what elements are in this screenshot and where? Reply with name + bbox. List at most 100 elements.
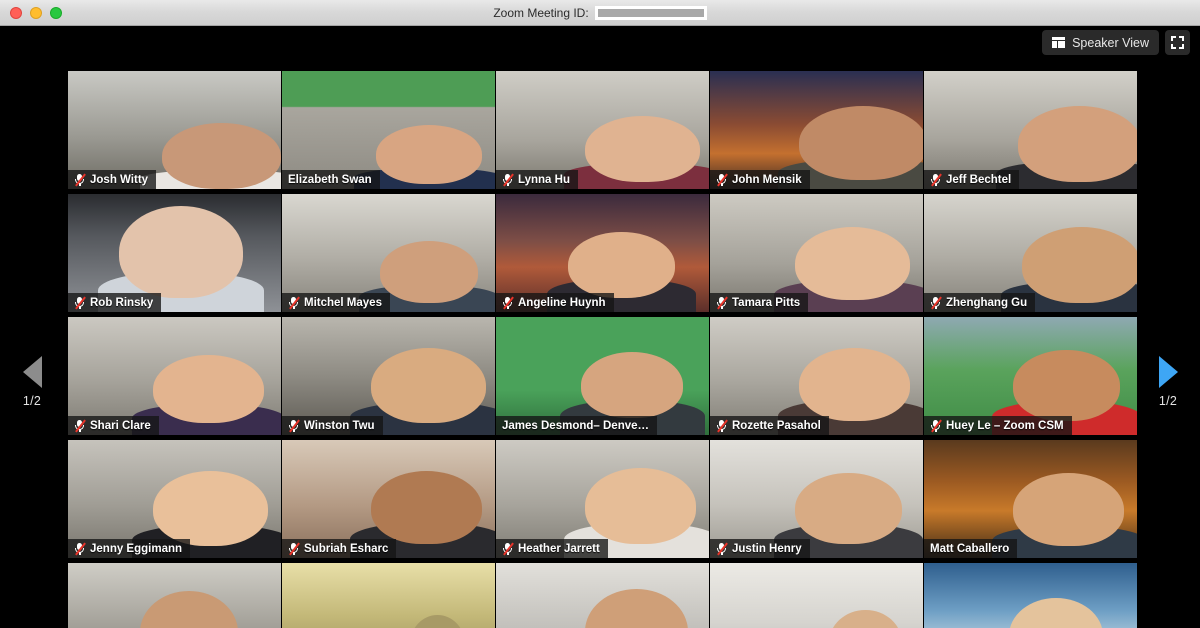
- microphone-muted-icon: [288, 541, 300, 556]
- feed-person-head: [1017, 106, 1137, 182]
- participant-name-label: Heather Jarrett: [518, 542, 600, 555]
- participant-tile[interactable]: Justin Henry: [710, 440, 923, 558]
- microphone-muted-icon: [930, 295, 942, 310]
- participant-nameplate: John Mensik: [710, 170, 810, 189]
- participant-tile[interactable]: [710, 563, 923, 628]
- next-page-control[interactable]: 1/2: [1138, 356, 1198, 408]
- participant-name-label: Rob Rinsky: [90, 296, 154, 309]
- meeting-stage: Speaker View 1/2 1/2 Josh Witty Elizabeth…: [0, 26, 1200, 628]
- participant-name-label: Matt Caballero: [930, 542, 1010, 555]
- meeting-id-label: Zoom Meeting ID:: [493, 5, 589, 20]
- participant-nameplate: Heather Jarrett: [496, 539, 608, 558]
- participant-tile[interactable]: Josh Witty: [68, 71, 281, 189]
- participant-tile[interactable]: Rob Rinsky: [68, 194, 281, 312]
- zoom-window: Zoom Meeting ID: Speaker View 1/2 1/2 Jo…: [0, 0, 1200, 628]
- participant-tile[interactable]: Jenny Eggimann: [68, 440, 281, 558]
- participant-nameplate: Subriah Esharc: [282, 539, 397, 558]
- participant-tile[interactable]: Huey Le – Zoom CSM: [924, 317, 1137, 435]
- close-window-button[interactable]: [10, 6, 22, 19]
- participant-tile[interactable]: Subriah Esharc: [282, 440, 495, 558]
- participant-name-label: Justin Henry: [732, 542, 802, 555]
- maximize-window-button[interactable]: [50, 6, 62, 19]
- feed-person-head: [379, 241, 478, 303]
- microphone-muted-icon: [930, 418, 942, 433]
- participant-nameplate: Jeff Bechtel: [924, 170, 1020, 189]
- participant-tile[interactable]: Angeline Huynh: [496, 194, 709, 312]
- microphone-muted-icon: [502, 295, 514, 310]
- participant-tile[interactable]: Tamara Pitts: [710, 194, 923, 312]
- grid-view-icon: [1052, 37, 1066, 48]
- participant-nameplate: James Desmond– Denve…: [496, 416, 658, 435]
- minimize-window-button[interactable]: [30, 6, 42, 19]
- participant-nameplate: Lynna Hu: [496, 170, 578, 189]
- feed-person-head: [1013, 350, 1120, 421]
- participant-tile[interactable]: [924, 563, 1137, 628]
- participant-tile[interactable]: Heather Jarrett: [496, 440, 709, 558]
- page-indicator-right: 1/2: [1158, 394, 1178, 408]
- participant-tile[interactable]: [68, 563, 281, 628]
- participant-name-label: Elizabeth Swan: [288, 173, 372, 186]
- participant-tile[interactable]: [282, 563, 495, 628]
- participant-name-label: Zhenghang Gu: [946, 296, 1028, 309]
- participant-nameplate: Angeline Huynh: [496, 293, 614, 312]
- participant-nameplate: Winston Twu: [282, 416, 383, 435]
- participant-name-label: Jeff Bechtel: [946, 173, 1012, 186]
- speaker-view-label: Speaker View: [1072, 35, 1149, 50]
- feed-background: [282, 563, 495, 628]
- meeting-id-redacted-value: [594, 5, 707, 20]
- participant-tile[interactable]: John Mensik: [710, 71, 923, 189]
- participant-tile[interactable]: [496, 563, 709, 628]
- participant-nameplate: Rob Rinsky: [68, 293, 162, 312]
- microphone-muted-icon: [716, 418, 728, 433]
- expand-icon: [1171, 36, 1184, 49]
- microphone-muted-icon: [74, 172, 86, 187]
- video-feed: [496, 563, 709, 628]
- participant-nameplate: Justin Henry: [710, 539, 810, 558]
- participant-name-label: Lynna Hu: [518, 173, 570, 186]
- participant-tile[interactable]: Rozette Pasahol: [710, 317, 923, 435]
- video-feed: [282, 563, 495, 628]
- participant-tile[interactable]: Shari Clare: [68, 317, 281, 435]
- participant-name-label: Winston Twu: [304, 419, 375, 432]
- participant-nameplate: Mitchel Mayes: [282, 293, 390, 312]
- feed-person-head: [1013, 473, 1125, 547]
- participant-tile[interactable]: Mitchel Mayes: [282, 194, 495, 312]
- speaker-view-button[interactable]: Speaker View: [1042, 30, 1159, 55]
- participant-nameplate: Josh Witty: [68, 170, 157, 189]
- participant-nameplate: Zhenghang Gu: [924, 293, 1036, 312]
- microphone-muted-icon: [288, 295, 300, 310]
- microphone-muted-icon: [288, 418, 300, 433]
- participant-nameplate: Jenny Eggimann: [68, 539, 191, 558]
- feed-person-head: [795, 473, 902, 544]
- participant-tile[interactable]: Jeff Bechtel: [924, 71, 1137, 189]
- participant-nameplate: Tamara Pitts: [710, 293, 809, 312]
- participant-tile[interactable]: Elizabeth Swan: [282, 71, 495, 189]
- feed-person-head: [153, 354, 264, 424]
- window-traffic-lights: [0, 6, 62, 19]
- feed-person-head: [799, 106, 923, 180]
- participant-name-label: Mitchel Mayes: [304, 296, 382, 309]
- feed-person-head: [371, 347, 487, 424]
- feed-background: [710, 563, 923, 628]
- participant-name-label: Tamara Pitts: [732, 296, 801, 309]
- participant-gallery-grid: Josh Witty Elizabeth Swan Lynna Hu John Men…: [68, 71, 1137, 628]
- microphone-muted-icon: [74, 295, 86, 310]
- participant-tile[interactable]: James Desmond– Denve…: [496, 317, 709, 435]
- microphone-muted-icon: [74, 541, 86, 556]
- participant-tile[interactable]: Lynna Hu: [496, 71, 709, 189]
- titlebar: Zoom Meeting ID:: [0, 0, 1200, 26]
- participant-nameplate: Shari Clare: [68, 416, 159, 435]
- feed-person-head: [585, 468, 697, 544]
- fullscreen-button[interactable]: [1165, 30, 1190, 55]
- participant-nameplate: Matt Caballero: [924, 539, 1018, 558]
- participant-tile[interactable]: Winston Twu: [282, 317, 495, 435]
- titlebar-center: Zoom Meeting ID:: [0, 0, 1200, 25]
- previous-page-control[interactable]: 1/2: [2, 356, 62, 408]
- participant-nameplate: Huey Le – Zoom CSM: [924, 416, 1072, 435]
- participant-tile[interactable]: Matt Caballero: [924, 440, 1137, 558]
- participant-name-label: Josh Witty: [90, 173, 149, 186]
- view-controls: Speaker View: [1042, 30, 1190, 55]
- participant-nameplate: Elizabeth Swan: [282, 170, 380, 189]
- microphone-muted-icon: [502, 541, 514, 556]
- participant-tile[interactable]: Zhenghang Gu: [924, 194, 1137, 312]
